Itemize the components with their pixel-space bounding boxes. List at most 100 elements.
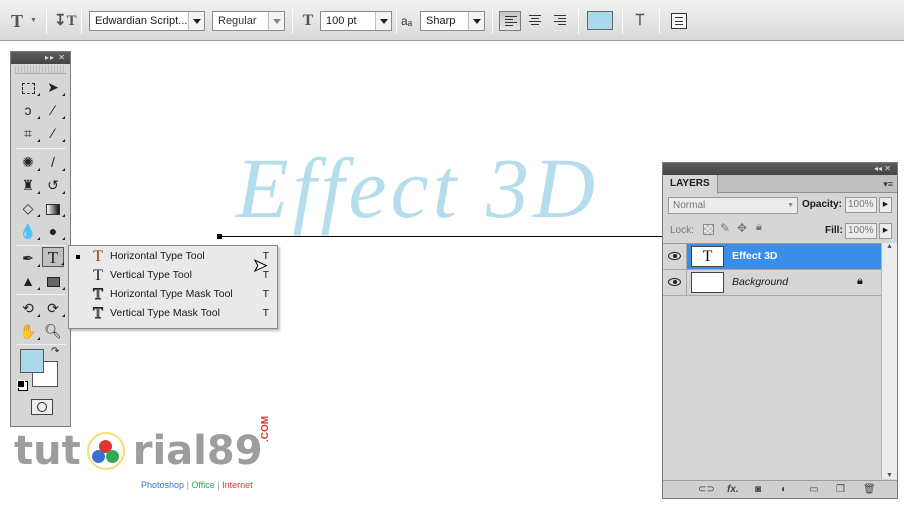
tag-divider: | — [217, 480, 220, 490]
layer-name[interactable]: Effect 3D — [732, 250, 778, 262]
lock-all-icon[interactable]: 🔒︎ — [756, 221, 762, 234]
type-tool-preset-icon[interactable]: T — [8, 11, 26, 31]
tools-panel-header[interactable]: ▸▸ ✕ — [11, 52, 70, 64]
lock-position-icon[interactable]: ✥ — [737, 221, 747, 235]
horizontal-type-icon: T — [93, 248, 103, 265]
opacity-field[interactable]: 100% — [845, 197, 877, 213]
flyout-item-label: Horizontal Type Mask Tool — [110, 288, 233, 300]
tag-internet: Internet — [222, 480, 253, 490]
font-size-value: 100 pt — [326, 15, 357, 27]
lasso-tool-icon[interactable]: ↄ — [17, 100, 40, 120]
scroll-up-arrow-icon[interactable]: ▲ — [882, 243, 897, 250]
move-tool-icon[interactable]: ➤ — [42, 77, 65, 97]
zoom-tool-icon[interactable]: 🔍︎ — [42, 321, 64, 341]
delete-layer-icon[interactable]: 🗑︎ — [863, 484, 876, 495]
lock-image-icon[interactable]: ✎ — [720, 221, 730, 235]
shape-tool-icon[interactable] — [42, 271, 65, 291]
healing-brush-tool-icon[interactable]: ✺ — [17, 152, 40, 172]
type-tool-icon[interactable]: T — [42, 247, 64, 267]
layers-panel-header[interactable]: ◂◂ ✕ — [663, 163, 897, 175]
text-baseline-anchor[interactable] — [217, 234, 222, 239]
gradient-tool-icon[interactable] — [42, 198, 65, 218]
antialias-select[interactable]: Sharp — [420, 11, 485, 31]
3d-orbit-tool-icon[interactable]: ⟳ — [42, 298, 65, 318]
logo-com: .COM — [260, 415, 271, 442]
flyout-vertical-type-mask-tool[interactable]: T Vertical Type Mask Tool T — [69, 304, 277, 323]
antialias-icon: aₐ — [401, 14, 413, 28]
lock-icon: 🔒︎ — [857, 275, 863, 287]
layers-panel: ◂◂ ✕ LAYERS ▾≡ Normal ▼ Opacity: 100% ▶ … — [662, 162, 898, 499]
add-mask-icon[interactable]: ◙ — [755, 484, 761, 495]
layer-style-icon[interactable]: fx. — [727, 484, 739, 495]
flyout-item-label: Vertical Type Tool — [110, 269, 192, 281]
layer-name[interactable]: Background — [732, 276, 788, 288]
blend-mode-select[interactable]: Normal ▼ — [668, 197, 798, 214]
flyout-horizontal-type-tool[interactable]: T Horizontal Type Tool T — [69, 247, 277, 266]
font-size-select[interactable]: 100 pt — [320, 11, 392, 31]
default-colors-icon[interactable] — [17, 380, 25, 388]
flyout-item-shortcut: T — [262, 288, 269, 300]
chevron-down-icon — [375, 12, 391, 30]
character-panel-icon[interactable] — [671, 13, 687, 29]
lock-transparency-icon[interactable] — [703, 224, 714, 235]
fill-field[interactable]: 100% — [845, 223, 877, 239]
visibility-eye-icon[interactable] — [663, 244, 687, 269]
preset-dropdown-arrow[interactable]: ▼ — [30, 11, 40, 31]
text-color-swatch[interactable] — [587, 11, 613, 30]
logo-tagline: Photoshop | Office | Internet — [141, 480, 253, 490]
foreground-color-swatch[interactable] — [20, 349, 44, 373]
visibility-eye-icon[interactable] — [663, 270, 687, 295]
vertical-type-mask-icon: T — [93, 305, 104, 323]
pen-tool-icon[interactable]: ✒ — [17, 248, 40, 268]
hand-tool-icon[interactable]: ✋ — [17, 321, 40, 341]
brush-tool-icon[interactable]: / — [42, 152, 65, 172]
panel-menu-icon[interactable]: ▾≡ — [883, 179, 893, 190]
dodge-tool-icon[interactable]: ● — [42, 221, 65, 241]
opacity-slider-toggle[interactable]: ▶ — [879, 197, 892, 213]
chevron-down-icon — [268, 12, 284, 30]
divider — [292, 8, 293, 34]
align-center-button[interactable] — [524, 11, 546, 31]
eyedropper-tool-icon[interactable]: ⁄ — [42, 123, 65, 143]
tag-office: Office — [191, 480, 215, 490]
tutorial89-logo: tut rial89 .COM Photoshop | Office | Int… — [14, 416, 271, 490]
swap-colors-icon[interactable]: ↷ — [51, 346, 59, 357]
history-brush-tool-icon[interactable]: ↺ — [42, 175, 65, 195]
align-right-button[interactable] — [549, 11, 571, 31]
blur-tool-icon[interactable]: 💧 — [17, 221, 40, 241]
mouse-cursor-icon: ➤ — [252, 256, 268, 276]
font-style-select[interactable]: Regular — [212, 11, 285, 31]
eraser-tool-icon[interactable]: ◇ — [17, 198, 40, 218]
align-left-button[interactable] — [499, 11, 521, 31]
font-family-select[interactable]: Edwardian Script... — [89, 11, 205, 31]
marquee-tool-icon[interactable] — [17, 77, 40, 97]
opacity-label: Opacity: — [802, 199, 843, 210]
adjustment-layer-icon[interactable]: ◐ — [781, 484, 787, 495]
quick-mask-button[interactable] — [31, 399, 53, 415]
divider — [16, 148, 66, 149]
magic-wand-tool-icon[interactable]: ⁄ — [42, 100, 65, 120]
scroll-down-arrow-icon[interactable]: ▼ — [882, 472, 897, 479]
divider — [659, 8, 660, 34]
clone-stamp-tool-icon[interactable]: ♜ — [17, 175, 40, 195]
crop-tool-icon[interactable]: ⌗ — [17, 123, 40, 143]
layers-scrollbar[interactable]: ▲ ▼ — [881, 243, 897, 479]
tools-grip[interactable] — [15, 66, 66, 74]
font-size-icon: T — [302, 12, 314, 29]
warp-text-icon[interactable]: ⟙ — [630, 11, 650, 31]
tag-divider: | — [186, 480, 189, 490]
tab-layers[interactable]: LAYERS — [663, 175, 718, 194]
new-group-icon[interactable]: ▭ — [809, 484, 818, 495]
layer-row-effect-3d[interactable]: T Effect 3D — [663, 244, 881, 270]
flyout-horizontal-type-mask-tool[interactable]: T Horizontal Type Mask Tool T — [69, 285, 277, 304]
canvas-text[interactable]: Effect 3D — [236, 138, 599, 238]
3d-rotate-tool-icon[interactable]: ⟲ — [17, 298, 40, 318]
link-layers-icon[interactable]: ⊂⊃ — [698, 484, 715, 495]
flyout-vertical-type-tool[interactable]: T Vertical Type Tool T — [69, 266, 277, 285]
new-layer-icon[interactable]: ❐ — [836, 484, 845, 495]
fill-slider-toggle[interactable]: ▶ — [879, 223, 892, 239]
layer-row-background[interactable]: Background 🔒︎ — [663, 270, 881, 296]
path-selection-tool-icon[interactable]: ▲ — [17, 271, 40, 291]
toggle-text-orientation-icon[interactable]: ↧T — [54, 11, 77, 31]
chevron-down-icon — [188, 12, 204, 30]
